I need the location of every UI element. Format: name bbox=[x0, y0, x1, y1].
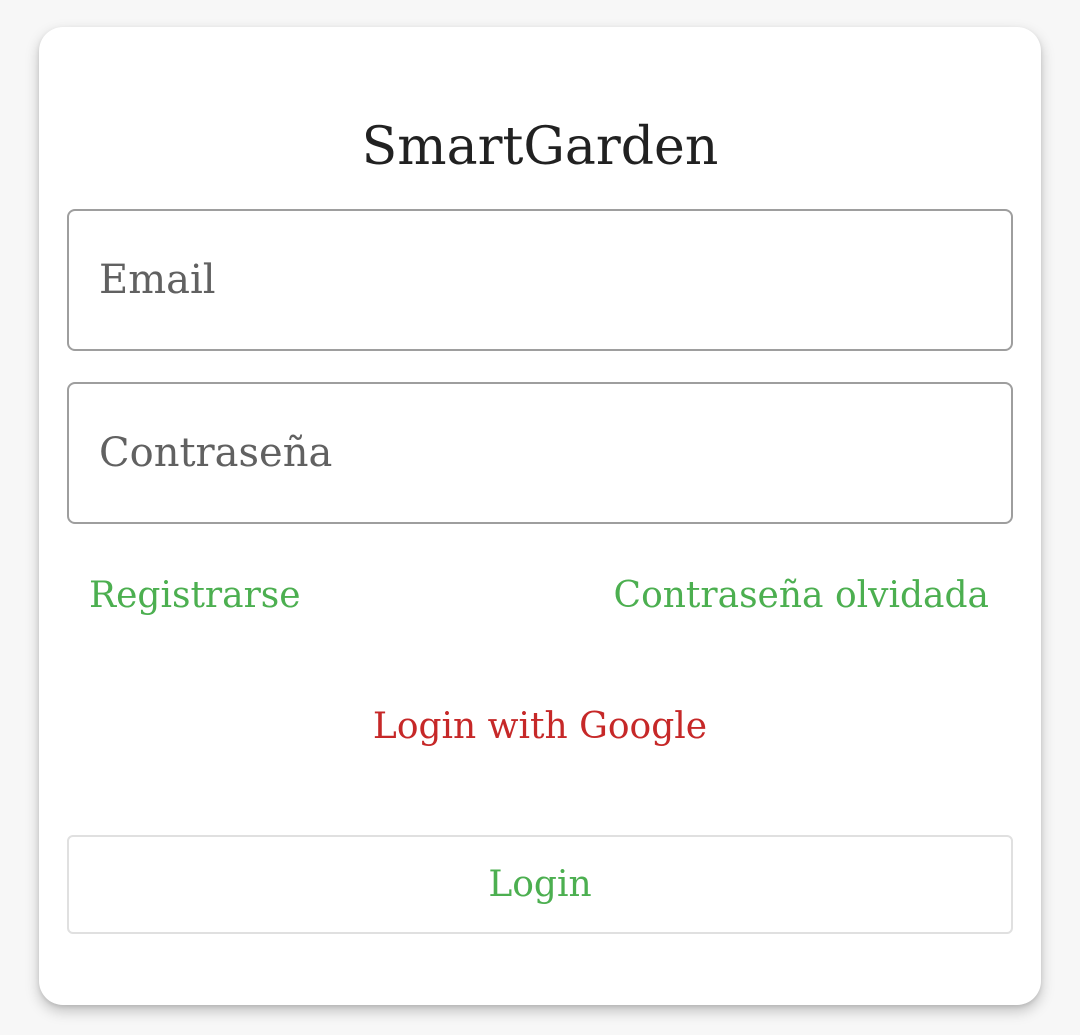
forgot-password-link[interactable]: Contraseña olvidada bbox=[614, 574, 989, 618]
password-input[interactable] bbox=[99, 384, 991, 522]
app-title: SmartGarden bbox=[361, 117, 719, 177]
password-field[interactable] bbox=[67, 382, 1013, 524]
login-button[interactable]: Login bbox=[67, 835, 1013, 934]
email-field[interactable] bbox=[67, 209, 1013, 351]
register-link[interactable]: Registrarse bbox=[89, 574, 301, 618]
email-input[interactable] bbox=[99, 211, 991, 349]
login-card: SmartGarden Registrarse Contraseña olvid… bbox=[39, 27, 1041, 1005]
google-login-link[interactable]: Login with Google bbox=[39, 705, 1041, 749]
